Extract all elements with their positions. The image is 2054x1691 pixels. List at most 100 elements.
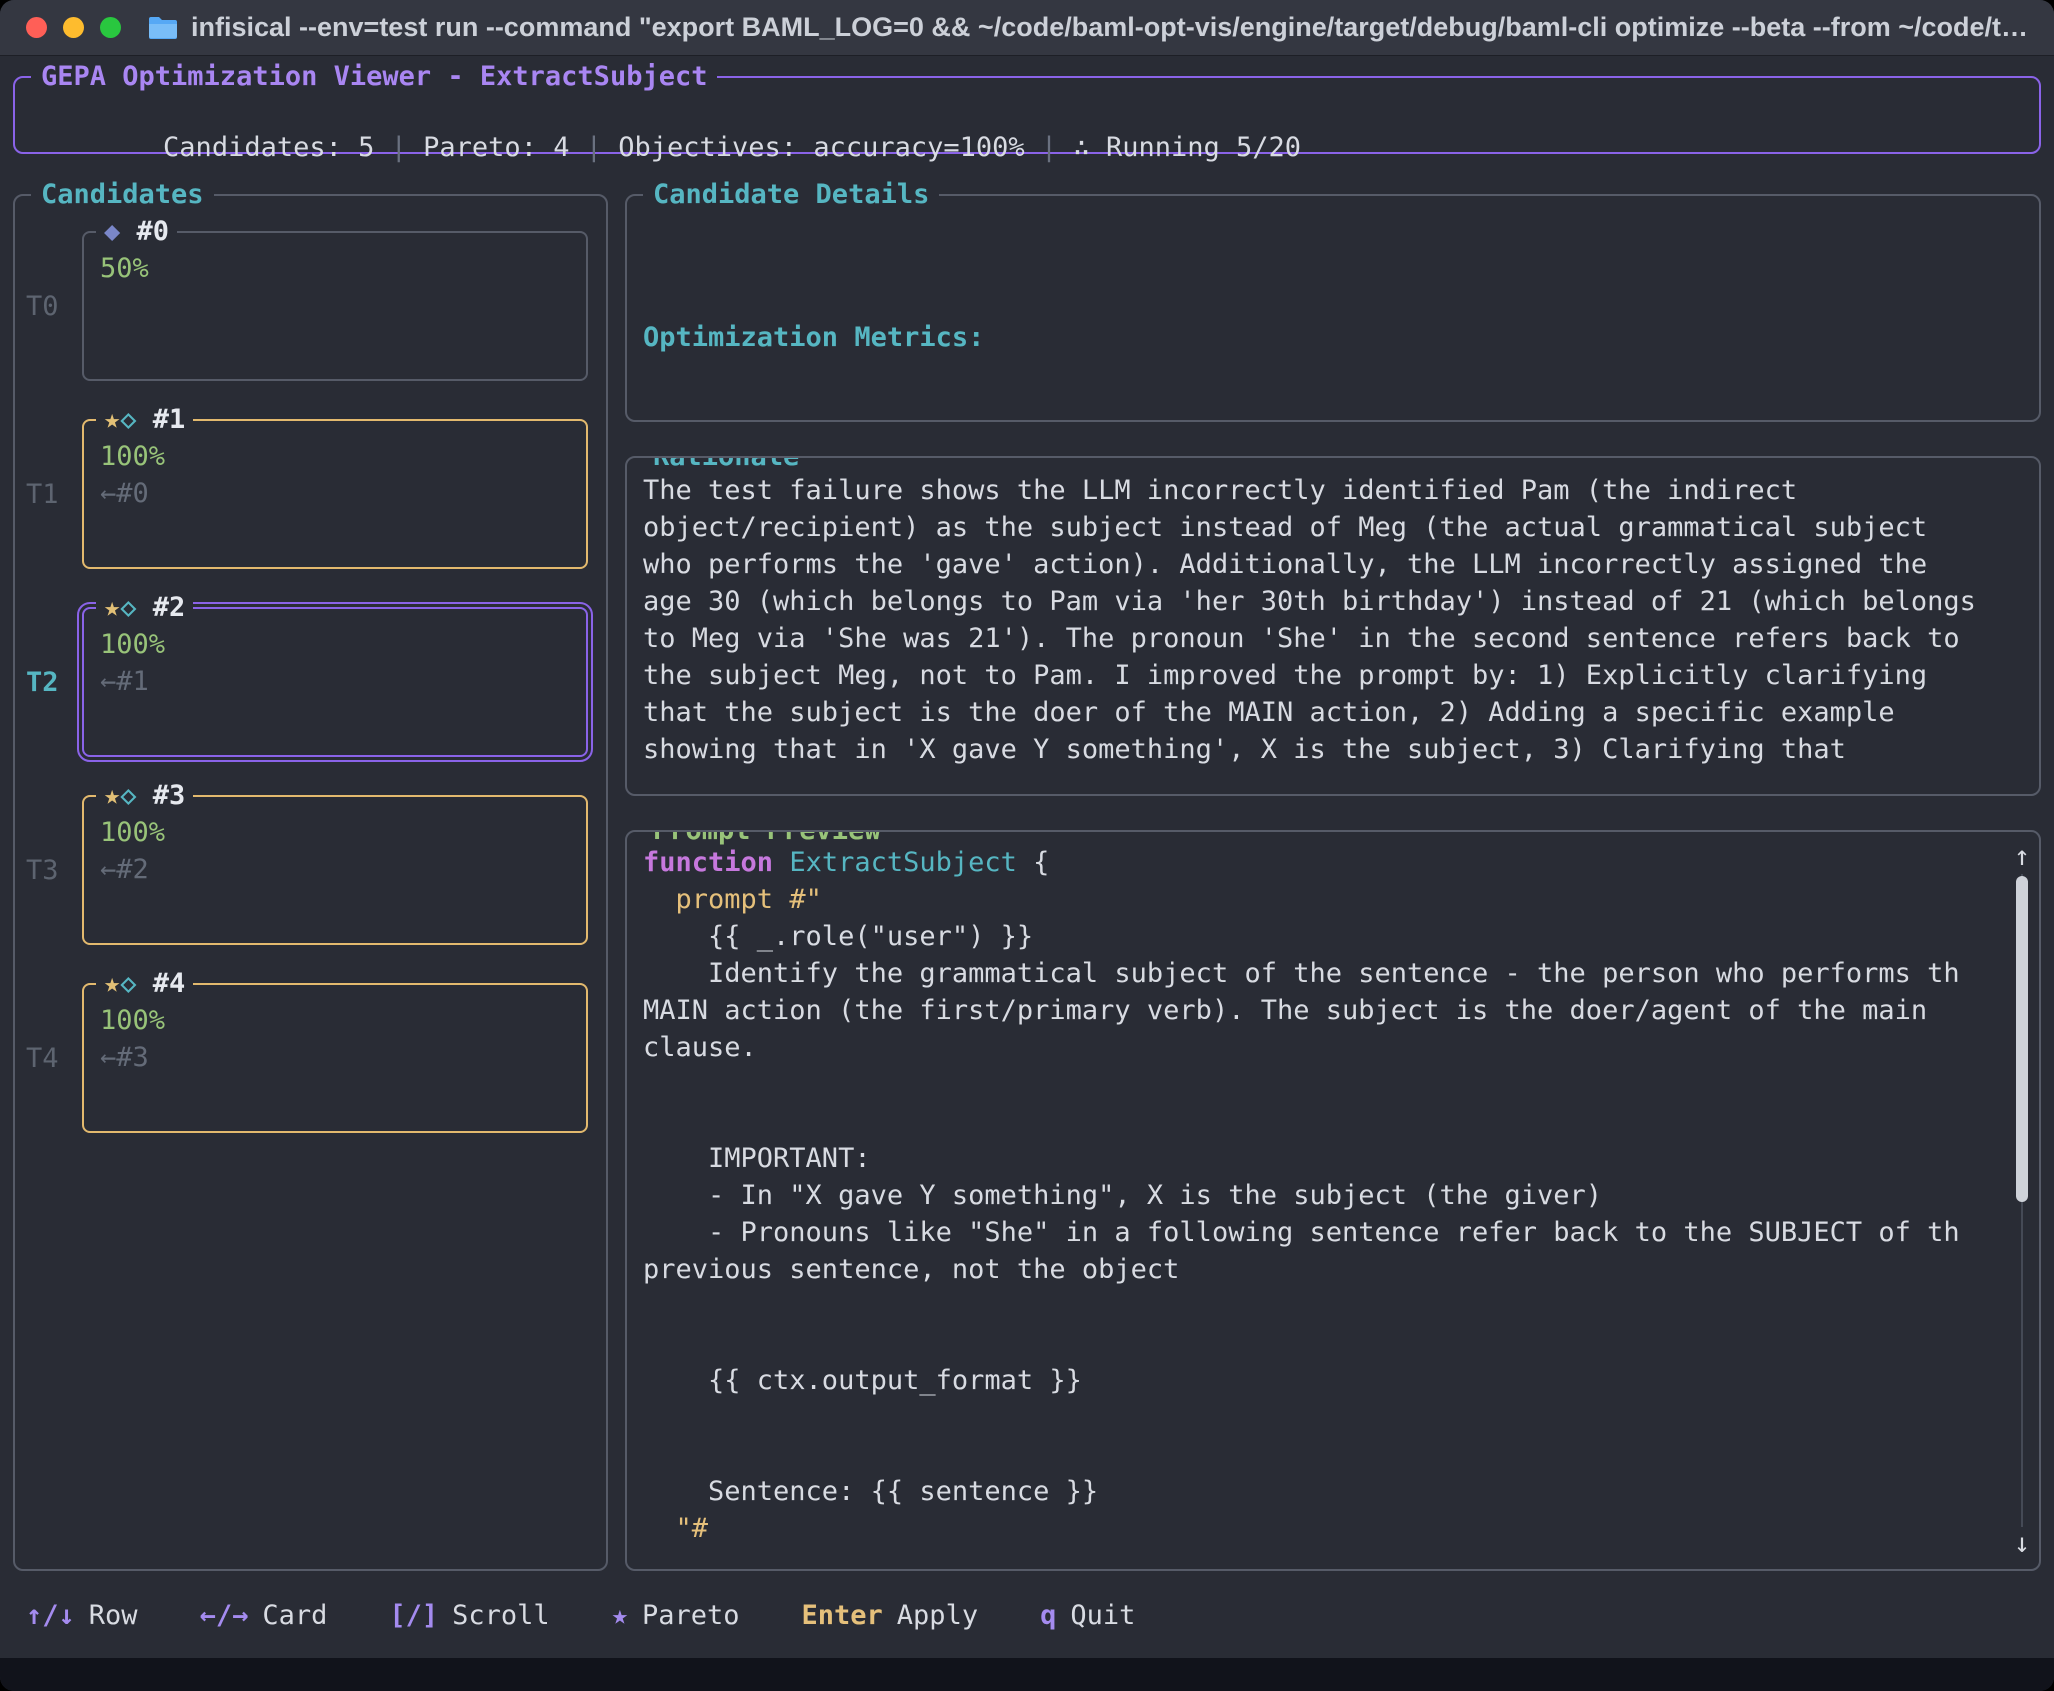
window-title: infisical --env=test run --command "expo… bbox=[191, 9, 2028, 46]
terminal-body: GEPA Optimization Viewer - ExtractSubjec… bbox=[0, 56, 2054, 1658]
close-button[interactable] bbox=[26, 17, 47, 38]
candidate-score: 100% bbox=[100, 626, 570, 663]
candidates-count: Candidates: 5 bbox=[163, 132, 374, 163]
candidate-card-1[interactable]: ★◇ #1 100% ←#0 bbox=[82, 419, 588, 569]
minimize-button[interactable] bbox=[63, 17, 84, 38]
candidate-id: #4 bbox=[153, 968, 186, 999]
candidate-card-2-selected[interactable]: ★◇ #2 100% ←#1 bbox=[82, 607, 588, 757]
pareto-star-icon: ★ bbox=[104, 968, 120, 999]
hint-label: Pareto bbox=[642, 1600, 740, 1631]
candidate-id: #0 bbox=[137, 216, 170, 247]
candidate-card-0[interactable]: ◆ #0 50% bbox=[82, 231, 588, 381]
rationale-text: The test failure shows the LLM incorrect… bbox=[643, 472, 2023, 768]
diamond-filled-icon: ◆ bbox=[104, 216, 120, 247]
q-key: q bbox=[1040, 1600, 1056, 1631]
bracket-keys: [/] bbox=[389, 1600, 438, 1631]
separator: | bbox=[1025, 132, 1074, 163]
app-title: GEPA Optimization Viewer - ExtractSubjec… bbox=[31, 58, 717, 95]
hint-scroll: [/] Scroll bbox=[389, 1597, 549, 1634]
candidates-panel: Candidates T0 ◆ #0 50% T1 ★◇ #1 100% ←#0 bbox=[13, 194, 608, 1571]
candidate-card-3[interactable]: ★◇ #3 100% ←#2 bbox=[82, 795, 588, 945]
diamond-icon: ◇ bbox=[120, 968, 136, 999]
candidate-row: T1 ★◇ #1 100% ←#0 bbox=[15, 419, 606, 569]
diamond-icon: ◇ bbox=[120, 404, 136, 435]
candidate-details-panel: Candidate Details ID: #2 Method: Reflect… bbox=[625, 194, 2041, 422]
metric-accuracy-line: accuracy (100%): 100.0% bbox=[643, 356, 2023, 393]
separator: | bbox=[569, 132, 618, 163]
enter-key: Enter bbox=[802, 1600, 883, 1631]
window-bottom-strip bbox=[0, 1658, 2054, 1691]
candidate-id: #2 bbox=[153, 592, 186, 623]
timeline-tick-t3: T3 bbox=[15, 795, 82, 945]
separator: | bbox=[374, 132, 423, 163]
candidate-id: #1 bbox=[153, 404, 186, 435]
pareto-count: Pareto: 4 bbox=[423, 132, 569, 163]
prompt-preview-panel: Prompt Preview function ExtractSubject {… bbox=[625, 830, 2041, 1571]
timeline-tick-t2: T2 bbox=[15, 607, 82, 757]
prompt-scrollbar[interactable]: ↑ ↓ bbox=[2011, 840, 2033, 1561]
detail-column: Candidate Details ID: #2 Method: Reflect… bbox=[625, 194, 2041, 1571]
hint-quit: q Quit bbox=[1040, 1597, 1135, 1634]
hint-label: Row bbox=[89, 1600, 138, 1631]
candidate-parent-ref: ←#3 bbox=[100, 1039, 570, 1076]
candidate-score: 100% bbox=[100, 814, 570, 851]
scrollbar-track[interactable] bbox=[2021, 874, 2023, 1527]
candidate-card-4[interactable]: ★◇ #4 100% ←#3 bbox=[82, 983, 588, 1133]
hint-label: Apply bbox=[897, 1600, 978, 1631]
metrics-heading: Optimization Metrics: bbox=[643, 319, 2023, 356]
candidate-parent-ref: ←#1 bbox=[100, 663, 570, 700]
star-key-icon: ★ bbox=[612, 1600, 628, 1631]
candidates-panel-title: Candidates bbox=[31, 176, 214, 213]
candidate-score: 100% bbox=[100, 1002, 570, 1039]
rationale-title: Rationale bbox=[643, 456, 809, 475]
hint-apply: Enter Apply bbox=[802, 1597, 979, 1634]
folder-icon bbox=[147, 15, 179, 41]
candidate-parent-ref: ←#2 bbox=[100, 851, 570, 888]
details-parents-line: Parent(s): #1 bbox=[643, 245, 2023, 282]
candidate-row: T0 ◆ #0 50% bbox=[15, 231, 606, 381]
pareto-star-icon: ★ bbox=[104, 780, 120, 811]
hint-label: Card bbox=[262, 1600, 327, 1631]
prompt-code[interactable]: function ExtractSubject { prompt #" {{ _… bbox=[643, 844, 1999, 1547]
main-layout: Candidates T0 ◆ #0 50% T1 ★◇ #1 100% ←#0 bbox=[13, 194, 2041, 1571]
candidate-row: T3 ★◇ #3 100% ←#2 bbox=[15, 795, 606, 945]
arrow-leftright-key: ←/→ bbox=[200, 1600, 249, 1631]
rationale-panel: Rationale The test failure shows the LLM… bbox=[625, 456, 2041, 796]
scroll-down-icon[interactable]: ↓ bbox=[2014, 1527, 2030, 1561]
candidate-row: T4 ★◇ #4 100% ←#3 bbox=[15, 983, 606, 1133]
scroll-up-icon[interactable]: ↑ bbox=[2014, 840, 2030, 874]
diamond-icon: ◇ bbox=[120, 592, 136, 623]
timeline-tick-t1: T1 bbox=[15, 419, 82, 569]
candidate-card-1-label: ★◇ #1 bbox=[96, 401, 193, 438]
candidate-card-2-label: ★◇ #2 bbox=[96, 589, 193, 626]
blank-line bbox=[643, 282, 2023, 319]
hint-card: ←/→ Card bbox=[200, 1597, 328, 1634]
titlebar: infisical --env=test run --command "expo… bbox=[0, 0, 2054, 56]
hint-pareto: ★ Pareto bbox=[612, 1597, 740, 1634]
diamond-icon: ◇ bbox=[120, 780, 136, 811]
scrollbar-thumb[interactable] bbox=[2016, 876, 2028, 1202]
candidate-id: #3 bbox=[153, 780, 186, 811]
hint-row: ↑/↓ Row bbox=[26, 1597, 138, 1634]
candidate-score: 100% bbox=[100, 438, 570, 475]
hint-label: Scroll bbox=[452, 1600, 550, 1631]
arrow-updown-key: ↑/↓ bbox=[26, 1600, 75, 1631]
details-id-line: ID: #2 Method: Reflection (improved from… bbox=[643, 208, 2023, 245]
candidate-card-4-label: ★◇ #4 bbox=[96, 965, 193, 1002]
candidate-details-title: Candidate Details bbox=[643, 176, 939, 213]
pareto-star-icon: ★ bbox=[104, 404, 120, 435]
candidate-row: T2 ★◇ #2 100% ←#1 bbox=[15, 607, 606, 757]
terminal-window: infisical --env=test run --command "expo… bbox=[0, 0, 2054, 1691]
candidate-score: 50% bbox=[100, 250, 570, 287]
candidate-card-3-label: ★◇ #3 bbox=[96, 777, 193, 814]
zoom-button[interactable] bbox=[100, 17, 121, 38]
app-header-box: GEPA Optimization Viewer - ExtractSubjec… bbox=[13, 76, 2041, 154]
timeline-tick-t0: T0 bbox=[15, 231, 82, 381]
prompt-preview-title: Prompt Preview bbox=[643, 830, 891, 849]
timeline-tick-t4: T4 bbox=[15, 983, 82, 1133]
spinner-icon: ∴ bbox=[1073, 132, 1106, 163]
hint-label: Quit bbox=[1070, 1600, 1135, 1631]
pareto-star-icon: ★ bbox=[104, 592, 120, 623]
statusbar: ↑/↓ Row ←/→ Card [/] Scroll ★ Pareto Enter Ap… bbox=[13, 1597, 2041, 1634]
candidate-parent-ref: ←#0 bbox=[100, 475, 570, 512]
